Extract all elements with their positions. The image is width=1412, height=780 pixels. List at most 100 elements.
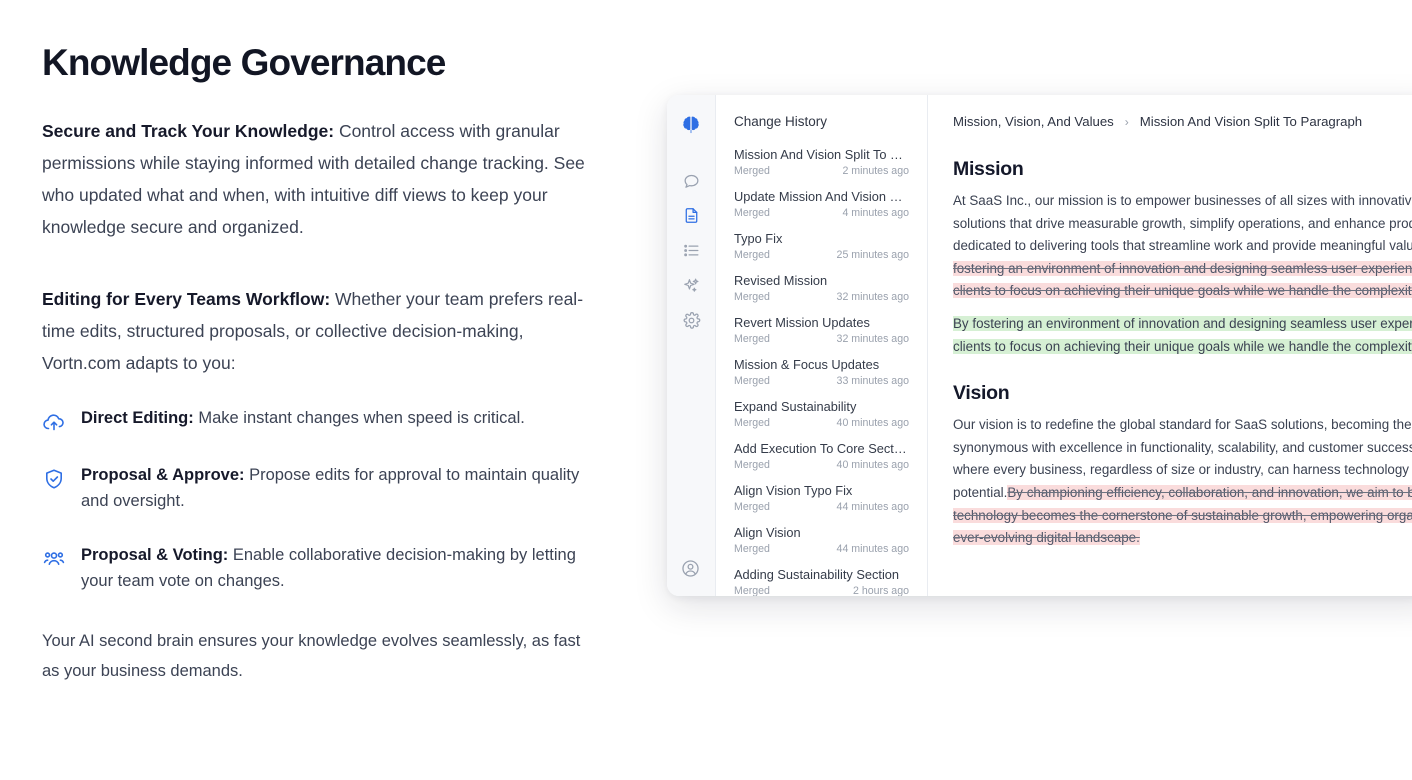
- change-name: Revert Mission Updates: [734, 314, 909, 331]
- section-gap: [953, 358, 1412, 382]
- list-item[interactable]: Align Vision Typo FixMerged 44 minutes ag…: [716, 482, 927, 515]
- status-badge: Merged: [734, 332, 770, 347]
- change-meta: Merged 44 minutes ago: [734, 500, 909, 515]
- mission-heading: Mission: [953, 158, 1412, 181]
- change-meta: Merged 2 hours ago: [734, 584, 909, 596]
- app-window-screenshot: Change History Mission And Vision Split …: [667, 95, 1412, 596]
- editing-workflow-paragraph: Editing for Every Teams Workflow: Whethe…: [42, 283, 587, 379]
- change-name: Typo Fix: [734, 230, 909, 247]
- change-name: Align Vision Typo Fix: [734, 482, 909, 499]
- change-name: Align Vision: [734, 524, 909, 541]
- vision-paragraph: Our vision is to redefine the global sta…: [953, 414, 1412, 550]
- list-item[interactable]: Adding Sustainability SectionMerged 2 hou…: [716, 566, 927, 596]
- mission-kept-text: At SaaS Inc., our mission is to empower …: [953, 193, 1412, 253]
- secure-track-label: Secure and Track Your Knowledge:: [42, 121, 334, 141]
- sparkles-icon[interactable]: [680, 274, 702, 296]
- timestamp: 25 minutes ago: [837, 248, 909, 263]
- change-name: Mission & Focus Updates: [734, 356, 909, 373]
- timestamp: 40 minutes ago: [837, 416, 909, 431]
- list-item[interactable]: Add Execution To Core SectionMerged 40 mi…: [716, 440, 927, 473]
- list-item[interactable]: Update Mission And Vision SectionMerged 4…: [716, 188, 927, 221]
- mission-inserted-paragraph: By fostering an environment of innovatio…: [953, 313, 1412, 358]
- list-item[interactable]: Mission & Focus UpdatesMerged 33 minutes …: [716, 356, 927, 389]
- list-item[interactable]: Revert Mission UpdatesMerged 32 minutes a…: [716, 314, 927, 347]
- change-name: Expand Sustainability: [734, 398, 909, 415]
- vision-heading: Vision: [953, 382, 1412, 405]
- list-item-desc: Make instant changes when speed is criti…: [194, 409, 525, 427]
- marketing-copy-column: Knowledge Governance Secure and Track Yo…: [42, 42, 587, 686]
- status-badge: Merged: [734, 416, 770, 431]
- feature-list: Direct Editing: Make instant changes whe…: [42, 405, 587, 594]
- change-meta: Merged 32 minutes ago: [734, 332, 909, 347]
- change-meta: Merged 25 minutes ago: [734, 248, 909, 263]
- status-badge: Merged: [734, 584, 770, 596]
- change-name: Update Mission And Vision Section: [734, 188, 909, 205]
- change-meta: Merged 40 minutes ago: [734, 458, 909, 473]
- status-badge: Merged: [734, 542, 770, 557]
- timestamp: 2 minutes ago: [842, 164, 909, 179]
- timestamp: 32 minutes ago: [837, 290, 909, 305]
- list-item: Direct Editing: Make instant changes whe…: [42, 405, 587, 434]
- timestamp: 44 minutes ago: [837, 542, 909, 557]
- change-name: Add Execution To Core Section: [734, 440, 909, 457]
- list-item[interactable]: Align VisionMerged 44 minutes ago: [716, 524, 927, 557]
- page-title: Knowledge Governance: [42, 42, 587, 85]
- change-history-title: Change History: [716, 114, 927, 129]
- timestamp: 2 hours ago: [853, 584, 909, 596]
- status-badge: Merged: [734, 206, 770, 221]
- breadcrumb-current[interactable]: Mission And Vision Split To Paragraph: [1140, 114, 1362, 129]
- list-item-text: Direct Editing: Make instant changes whe…: [81, 405, 525, 431]
- vision-deleted-text: By championing efficiency, collaboration…: [953, 485, 1412, 545]
- breadcrumb-parent[interactable]: Mission, Vision, And Values: [953, 114, 1114, 129]
- editing-workflow-label: Editing for Every Teams Workflow:: [42, 289, 330, 309]
- change-meta: Merged32 minutes ago: [734, 290, 909, 305]
- gear-icon[interactable]: [680, 309, 702, 331]
- list-item-label: Proposal & Approve:: [81, 466, 245, 484]
- chevron-right-icon: ›: [1125, 115, 1129, 129]
- status-badge: Merged: [734, 248, 770, 263]
- document-icon[interactable]: [680, 204, 702, 226]
- mission-inserted-text: By fostering an environment of innovatio…: [953, 316, 1412, 354]
- timestamp: 44 minutes ago: [837, 500, 909, 515]
- change-meta: Merged 4 minutes ago: [734, 206, 909, 221]
- list-item-label: Proposal & Voting:: [81, 546, 228, 564]
- icon-rail: [667, 95, 716, 596]
- list-item[interactable]: Expand SustainabilityMerged 40 minutes ag…: [716, 398, 927, 431]
- change-meta: Merged 44 minutes ago: [734, 542, 909, 557]
- timestamp: 32 minutes ago: [837, 332, 909, 347]
- mission-paragraph: At SaaS Inc., our mission is to empower …: [953, 190, 1412, 303]
- status-badge: Merged: [734, 500, 770, 515]
- brain-logo-icon: [680, 114, 702, 136]
- user-avatar-icon[interactable]: [680, 558, 702, 580]
- change-history-panel: Change History Mission And Vision Split …: [716, 95, 928, 596]
- status-badge: Merged: [734, 164, 770, 179]
- timestamp: 4 minutes ago: [842, 206, 909, 221]
- users-group-icon: [42, 547, 66, 571]
- secure-track-paragraph: Secure and Track Your Knowledge: Control…: [42, 115, 587, 243]
- list-item: Proposal & Approve: Propose edits for ap…: [42, 462, 587, 514]
- list-item[interactable]: Typo FixMerged 25 minutes ago: [716, 230, 927, 263]
- status-badge: Merged: [734, 374, 770, 389]
- change-meta: Merged 40 minutes ago: [734, 416, 909, 431]
- change-meta: Merged 2 minutes ago: [734, 164, 909, 179]
- change-name: Mission And Vision Split To Parag...: [734, 146, 909, 163]
- cloud-upload-icon: [42, 410, 66, 434]
- list-item-text: Proposal & Voting: Enable collaborative …: [81, 542, 587, 594]
- list-icon[interactable]: [680, 239, 702, 261]
- list-item: Proposal & Voting: Enable collaborative …: [42, 542, 587, 594]
- change-name: Adding Sustainability Section: [734, 566, 909, 583]
- breadcrumb: Mission, Vision, And Values › Mission An…: [953, 114, 1412, 129]
- marketing-page: Knowledge Governance Secure and Track Yo…: [0, 0, 1412, 780]
- shield-check-icon: [42, 467, 66, 491]
- timestamp: 40 minutes ago: [837, 458, 909, 473]
- list-item[interactable]: Mission And Vision Split To Parag...Merg…: [716, 146, 927, 179]
- change-meta: Merged 33 minutes ago: [734, 374, 909, 389]
- closing-paragraph: Your AI second brain ensures your knowle…: [42, 626, 587, 686]
- list-item-text: Proposal & Approve: Propose edits for ap…: [81, 462, 587, 514]
- list-item[interactable]: Revised MissionMerged32 minutes ago: [716, 272, 927, 305]
- status-badge: Merged: [734, 458, 770, 473]
- change-history-list: Mission And Vision Split To Parag...Merg…: [716, 146, 927, 596]
- timestamp: 33 minutes ago: [837, 374, 909, 389]
- comment-icon[interactable]: [680, 169, 702, 191]
- change-name: Revised Mission: [734, 272, 909, 289]
